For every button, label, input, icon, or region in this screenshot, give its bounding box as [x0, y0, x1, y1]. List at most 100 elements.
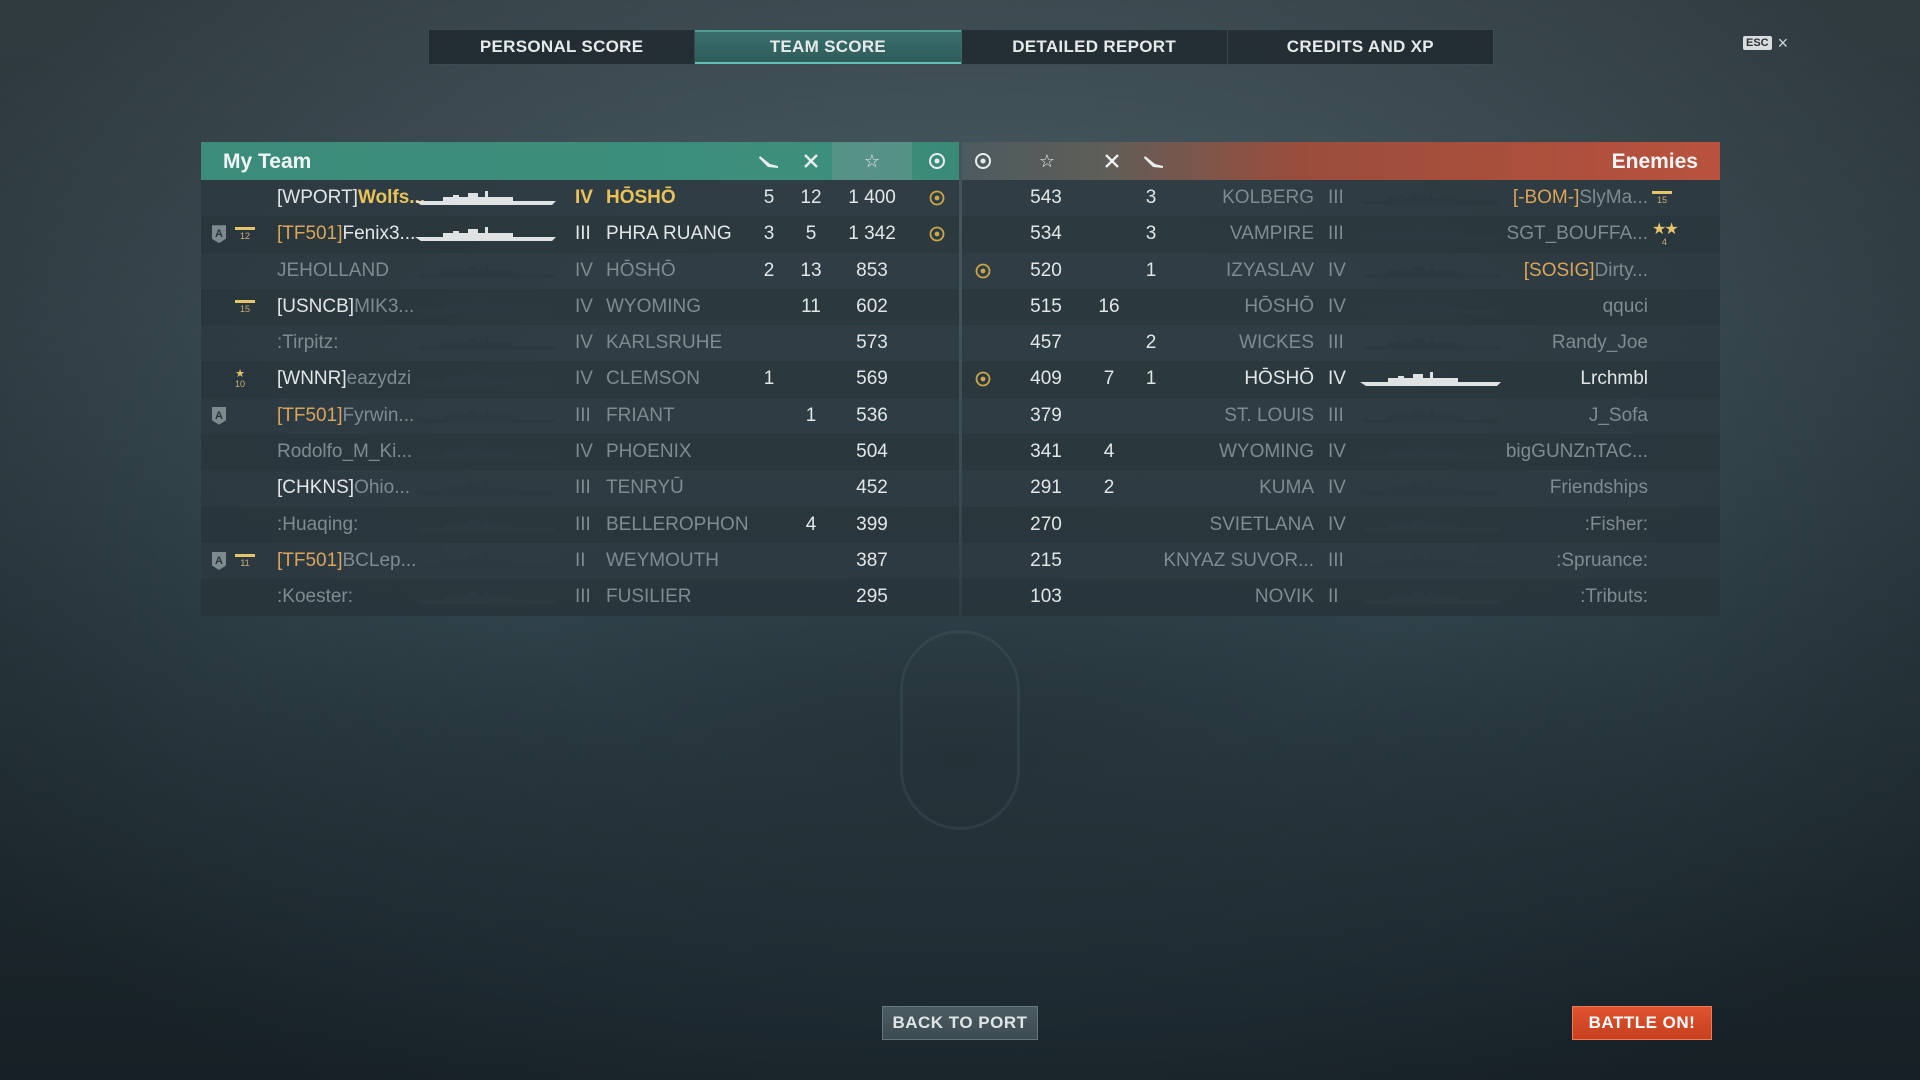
esc-close-button[interactable]: ESC × — [1743, 34, 1788, 52]
player-name[interactable]: [-BOM-] SlyMa... — [1513, 180, 1648, 216]
rank-insignia: ★ 10 — [235, 368, 246, 390]
tab-personal-score[interactable]: PERSONAL SCORE — [429, 30, 696, 64]
table-row[interactable]: 520 1 IZYASLAV IV [SOSIG] Dirty... — [962, 252, 1720, 289]
player-name[interactable]: :Koester: — [277, 579, 353, 615]
ship-silhouette — [413, 190, 558, 206]
table-row[interactable]: [WPORT] Wolfs... IV HŌSHŌ 5 12 1 400 — [201, 180, 959, 217]
enemies-title: Enemies — [1611, 150, 1698, 173]
tab-team-score[interactable]: TEAM SCORE — [695, 30, 962, 64]
player-name[interactable]: :Spruance: — [1556, 543, 1648, 579]
table-row[interactable]: A 12 [TF501] Fenix3... III PHRA RUANG 3 5 1 342 — [201, 216, 959, 253]
base-xp-score: 215 — [1030, 549, 1062, 571]
table-row[interactable]: :Tirpitz: IV KARLSRUHE 573 — [201, 325, 959, 362]
ship-name: FRIANT — [606, 404, 675, 426]
player-name[interactable]: qquci — [1603, 289, 1648, 325]
table-row[interactable]: 409 7 1 HŌSHŌ IV Lrchmbl — [962, 361, 1720, 398]
clan-tag: [SOSIG] — [1523, 259, 1595, 281]
my-team-panel: My Team ☆ [WPORT] Wolfs... IV HŌSHŌ 5 12 1 400… — [201, 142, 959, 616]
table-row[interactable]: 534 3 VAMPIRE III SGT_BOUFFA... ★★ 4 — [962, 216, 1720, 253]
table-row[interactable]: A 11 [TF501] BCLep... II WEYMOUTH 387 — [201, 542, 959, 580]
ship-silhouette — [1358, 408, 1503, 424]
plane-kills-icon[interactable] — [748, 142, 790, 180]
ship-tier: III — [1328, 549, 1344, 571]
player-name[interactable]: [TF501] Fyrwin... — [277, 398, 414, 434]
frags-count: 16 — [1098, 295, 1120, 317]
player-name[interactable]: SGT_BOUFFA... — [1507, 216, 1648, 252]
planes-destroyed — [748, 398, 790, 434]
frags-icon[interactable] — [1091, 142, 1133, 180]
table-row[interactable]: 15 [USNCB] MIK3... IV WYOMING 11 602 — [201, 288, 959, 326]
player-name[interactable]: [CHKNS] Ohio... — [277, 470, 410, 506]
frags-count — [1088, 180, 1130, 216]
table-row[interactable]: [CHKNS] Ohio... III TENRYŪ 452 — [201, 470, 959, 507]
base-xp-score: 602 — [856, 295, 888, 317]
table-row[interactable]: 515 16 HŌSHŌ IV qquci — [962, 288, 1720, 326]
player-name[interactable]: Friendships — [1550, 470, 1648, 506]
player-name[interactable]: [TF501] BCLep... — [277, 543, 416, 579]
ship-tier: IV — [575, 368, 593, 390]
table-row[interactable]: :Huaqing: III BELLEROPHON 4 399 — [201, 506, 959, 543]
rank-badge: 12 — [235, 216, 255, 252]
wreath-icon — [916, 180, 958, 216]
score-star-icon[interactable]: ☆ — [832, 142, 912, 180]
table-row[interactable]: 270 SVIETLANA IV:Fisher: — [962, 506, 1720, 543]
esc-key-label: ESC — [1743, 36, 1772, 50]
score-star-icon[interactable]: ☆ — [1026, 142, 1068, 180]
player-name[interactable]: [WNNR] eazydzi — [277, 361, 411, 397]
player-name[interactable]: Lrchmbl — [1580, 361, 1648, 397]
player-name[interactable]: Randy_Joe — [1552, 325, 1648, 361]
ship-name: VAMPIRE — [1229, 223, 1314, 245]
player-name[interactable]: :Tirpitz: — [277, 325, 339, 361]
player-nickname: :Tirpitz: — [277, 332, 339, 354]
frags-count — [1088, 253, 1130, 289]
player-name[interactable]: :Huaqing: — [277, 507, 358, 543]
frags-count: 13 — [800, 259, 822, 281]
player-nickname: MIK3... — [354, 295, 415, 317]
player-nickname: JEHOLLAND — [277, 259, 389, 281]
player-name[interactable]: JEHOLLAND — [277, 253, 389, 289]
table-row[interactable]: JEHOLLAND IV HŌSHŌ 2 13 853 — [201, 252, 959, 289]
rank-badge: ★ 10 — [235, 361, 245, 397]
back-to-port-button[interactable]: BACK TO PORT — [882, 1006, 1038, 1040]
wreath-icon[interactable] — [916, 142, 958, 180]
tab-bar: PERSONAL SCORE TEAM SCORE DETAILED REPOR… — [428, 29, 1494, 65]
battle-on-button[interactable]: BATTLE ON! — [1572, 1006, 1712, 1040]
table-row[interactable]: A [TF501] Fyrwin... III FRIANT 1 536 — [201, 397, 959, 435]
player-name[interactable]: [TF501] Fenix3... — [277, 216, 415, 252]
player-name[interactable]: :Fisher: — [1585, 507, 1648, 543]
table-row[interactable]: 379 ST. LOUIS III J_Sofa — [962, 397, 1720, 435]
player-name[interactable]: :Tributs: — [1580, 579, 1648, 615]
player-name[interactable]: [USNCB] MIK3... — [277, 289, 414, 325]
table-row[interactable]: :Koester: III FUSILIER 295 — [201, 579, 959, 616]
table-row[interactable]: 341 4 WYOMING IV bigGUNZnTAC... — [962, 434, 1720, 471]
planes-destroyed — [1130, 289, 1172, 325]
tab-detailed-report[interactable]: DETAILED REPORT — [962, 30, 1228, 64]
player-name[interactable]: bigGUNZnTAC... — [1506, 434, 1648, 470]
table-row[interactable]: 457 2 WICKES III Randy_Joe — [962, 325, 1720, 362]
division-badge: A — [212, 216, 226, 252]
table-row[interactable]: 543 3 KOLBERG III [-BOM-] SlyMa... 15 — [962, 180, 1720, 217]
table-row[interactable]: ★ 10 [WNNR] eazydzi IV CLEMSON 1 569 — [201, 361, 959, 398]
ship-tier: IV — [575, 187, 593, 208]
ship-silhouette — [413, 553, 558, 569]
ship-name: KOLBERG — [1222, 187, 1314, 208]
player-name[interactable]: J_Sofa — [1589, 398, 1648, 434]
planes-destroyed — [748, 543, 790, 579]
ship-silhouette — [1358, 371, 1503, 387]
ship-silhouette — [413, 371, 558, 387]
player-name[interactable]: [SOSIG] Dirty... — [1524, 253, 1648, 289]
wreath-icon[interactable] — [962, 142, 1004, 180]
ship-silhouette — [413, 408, 558, 424]
ship-tier: III — [575, 404, 591, 426]
player-name[interactable]: [WPORT] Wolfs... — [277, 180, 425, 216]
plane-kills-icon[interactable] — [1133, 142, 1175, 180]
planes-destroyed: 1 — [763, 368, 775, 390]
table-row[interactable]: 103 NOVIK II:Tributs: — [962, 579, 1720, 616]
player-name[interactable]: Rodolfo_M_Ki... — [277, 434, 412, 470]
tab-credits-and-xp[interactable]: CREDITS AND XP — [1228, 30, 1493, 64]
table-row[interactable]: 215 KNYAZ SUVOR... III:Spruance: — [962, 542, 1720, 580]
frags-icon[interactable] — [790, 142, 832, 180]
table-row[interactable]: 291 2 KUMA IV Friendships — [962, 470, 1720, 507]
ship-tier: II — [1328, 586, 1339, 608]
table-row[interactable]: Rodolfo_M_Ki... IV PHOENIX 504 — [201, 434, 959, 471]
